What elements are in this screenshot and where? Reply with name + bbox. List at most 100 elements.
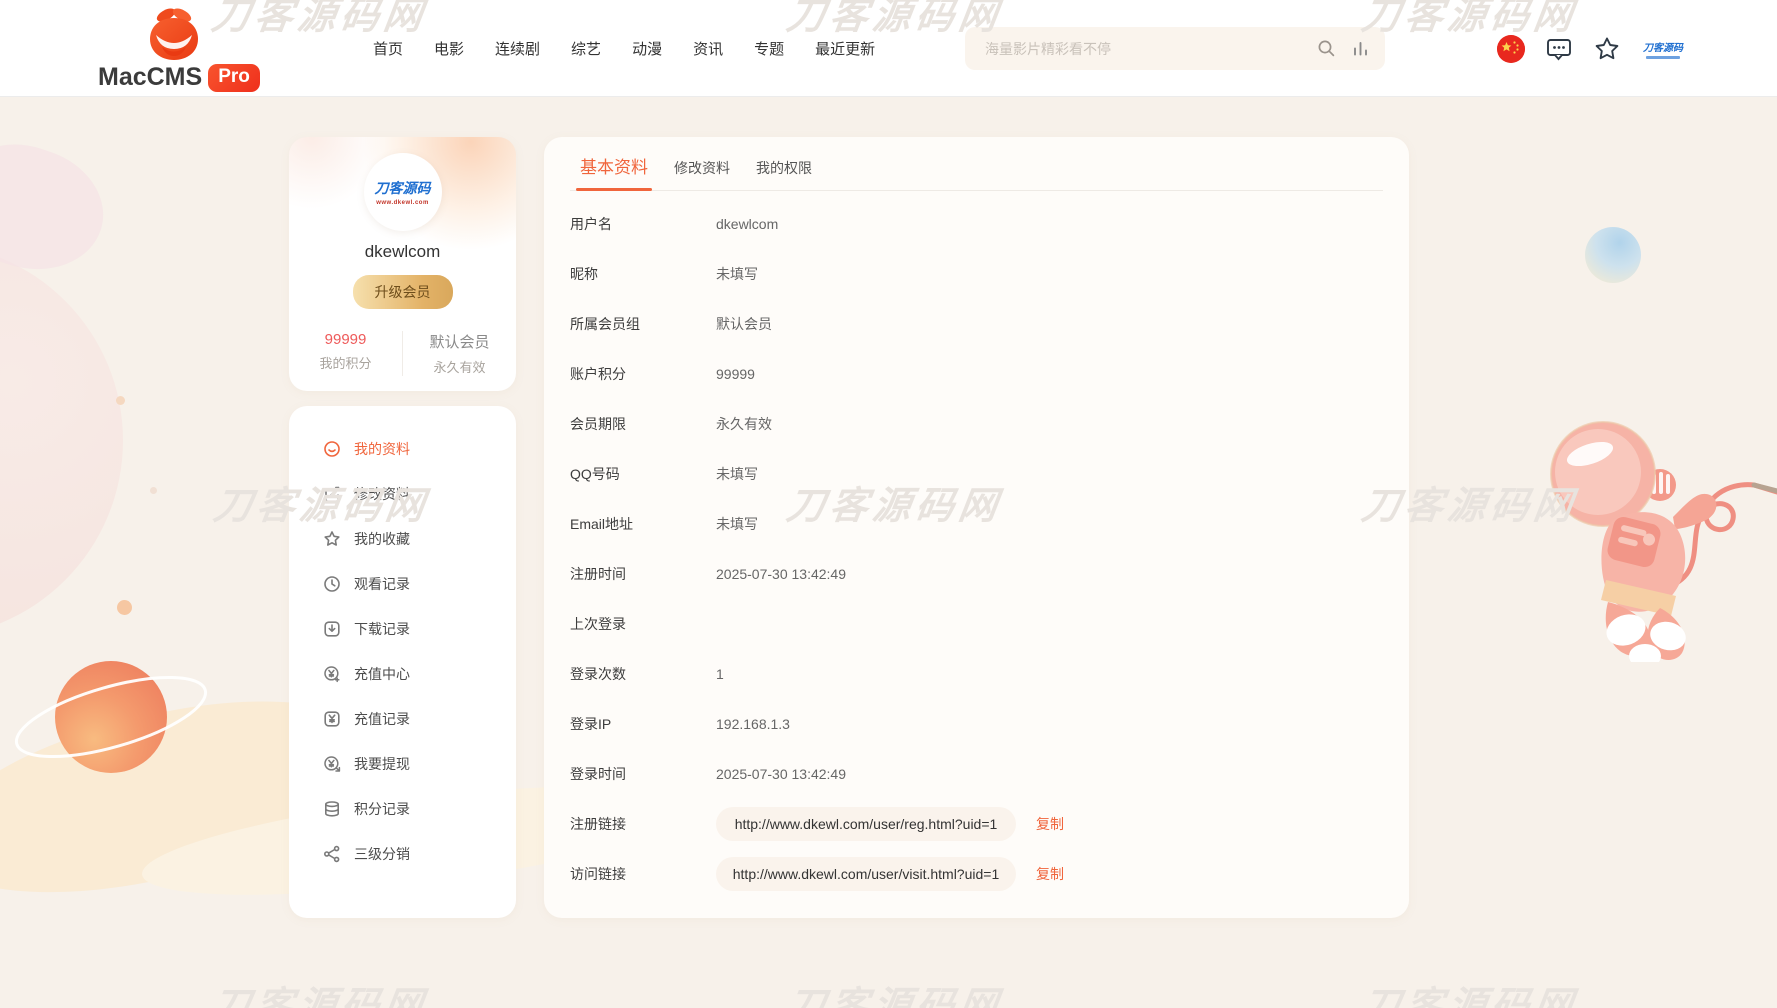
field-value: 99999 [716,366,755,382]
field-value: 未填写 [716,264,758,284]
avatar-logo-url: www.dkewl.com [376,200,429,206]
nav-item[interactable]: 资讯 [693,38,723,59]
visit-link-input[interactable] [716,857,1016,891]
points-label: 我的积分 [289,353,402,372]
sidebar-item-label: 我要提现 [354,754,410,774]
points-value: 99999 [289,331,402,348]
field-label: 上次登录 [570,614,716,634]
yen-withdraw-icon [323,755,341,773]
field-value: 2025-07-30 13:42:49 [716,566,846,582]
sidebar-item-recharge-center[interactable]: 充值中心 [323,651,516,696]
saturn-planet-illustration [8,622,243,807]
sidebar-item-favorites[interactable]: 我的收藏 [323,516,516,561]
field-value: 默认会员 [716,314,772,334]
field-row: 上次登录 [570,599,1383,649]
sidebar-item-label: 积分记录 [354,799,410,819]
nav-item[interactable]: 动漫 [632,38,662,59]
sidebar-item-label: 修改资料 [354,484,410,504]
field-value: 2025-07-30 13:42:49 [716,766,846,782]
field-value: 未填写 [716,464,758,484]
tab[interactable]: 基本资料 [580,153,648,190]
search-bar[interactable] [965,27,1385,70]
nav-item[interactable]: 最近更新 [815,38,875,59]
logo-pro-badge: Pro [208,64,260,92]
share-nodes-icon [323,845,341,863]
decor-dot [117,600,132,615]
watermark: 刀客源码网 [209,975,432,1008]
decor-pink-circle [0,243,123,638]
sidebar-item-label: 三级分销 [354,844,410,864]
sidebar-item-label: 观看记录 [354,574,410,594]
field-label: 所属会员组 [570,314,716,334]
points-stat: 99999 我的积分 [289,331,402,376]
field-label: 昵称 [570,264,716,284]
dkewl-logo[interactable]: 刀客源码 [1641,39,1685,59]
field-label: Email地址 [570,514,716,534]
copy-register-link-button[interactable]: 复制 [1036,814,1064,834]
visit-link-row: 访问链接 复制 [570,849,1383,899]
copy-visit-link-button[interactable]: 复制 [1036,864,1064,884]
member-group-stat: 默认会员 永久有效 [402,331,516,376]
yen-square-icon [323,710,341,728]
profile-fields: 用户名 dkewlcom 昵称 未填写 所属会员组 默认会员 账户积分 9999… [570,191,1383,799]
sidebar-item-watch-history[interactable]: 观看记录 [323,561,516,606]
nav-item[interactable]: 综艺 [571,38,601,59]
avatar: 刀客源码 www.dkewl.com [364,153,442,231]
search-icon[interactable] [1317,39,1336,58]
nav-item[interactable]: 电影 [434,38,464,59]
field-label: 会员期限 [570,414,716,434]
field-label: 登录IP [570,714,716,734]
message-icon[interactable] [1545,35,1573,63]
decor-dot [116,396,125,405]
register-link-input[interactable] [716,807,1016,841]
field-label: 访问链接 [570,864,716,884]
field-value: 未填写 [716,514,758,534]
sidebar-item-label: 下载记录 [354,619,410,639]
avatar-logo-text: 刀客源码 [375,178,431,198]
field-row: 昵称 未填写 [570,249,1383,299]
sidebar-item-edit-profile[interactable]: 修改资料 [323,471,516,516]
china-flag-icon[interactable] [1497,35,1525,63]
ranking-bars-icon[interactable] [1352,40,1369,57]
star-icon [323,530,341,548]
apple-logo-icon [142,7,206,61]
smiley-icon [323,440,341,458]
dkewl-logo-text: 刀客源码 [1643,39,1683,54]
astronaut-illustration [1548,412,1777,662]
sidebar-item-my-profile[interactable]: 我的资料 [323,426,516,471]
sidebar-item-label: 充值记录 [354,709,410,729]
header-actions: 刀客源码 [1497,0,1685,97]
username: dkewlcom [289,242,516,262]
tab[interactable]: 修改资料 [674,158,730,190]
edit-icon [323,485,341,503]
profile-stats: 99999 我的积分 默认会员 永久有效 [289,331,516,376]
sidebar-item-distribution[interactable]: 三级分销 [323,831,516,876]
field-label: QQ号码 [570,464,716,484]
logo-title: MacCMS [98,63,202,92]
sidebar-item-recharge-history[interactable]: 充值记录 [323,696,516,741]
tab[interactable]: 我的权限 [756,158,812,190]
field-label: 登录次数 [570,664,716,684]
nav-item[interactable]: 连续剧 [495,38,540,59]
field-value: 192.168.1.3 [716,716,790,732]
field-row: QQ号码 未填写 [570,449,1383,499]
nav-item[interactable]: 首页 [373,38,403,59]
nav-item[interactable]: 专题 [754,38,784,59]
field-value: 1 [716,666,724,682]
member-group-value: 默认会员 [403,331,516,352]
clock-icon [323,575,341,593]
search-input[interactable] [985,41,1317,57]
sidebar-item-points-history[interactable]: 积分记录 [323,786,516,831]
field-row: 登录次数 1 [570,649,1383,699]
star-icon[interactable] [1593,35,1621,63]
page: 刀客源码网 刀客源码网 刀客源码网 刀客源码网 刀客源码网 刀客源码网 刀客源码… [0,0,1777,1008]
sidebar-item-download-history[interactable]: 下载记录 [323,606,516,651]
download-icon [323,620,341,638]
upgrade-member-button[interactable]: 升级会员 [353,275,453,309]
field-row: 注册时间 2025-07-30 13:42:49 [570,549,1383,599]
profile-tabs: 基本资料修改资料我的权限 [570,137,1383,191]
site-logo[interactable]: MacCMS Pro [98,5,248,93]
sidebar-item-withdraw[interactable]: 我要提现 [323,741,516,786]
field-value: 永久有效 [716,414,772,434]
dkewl-logo-bar [1646,56,1680,59]
